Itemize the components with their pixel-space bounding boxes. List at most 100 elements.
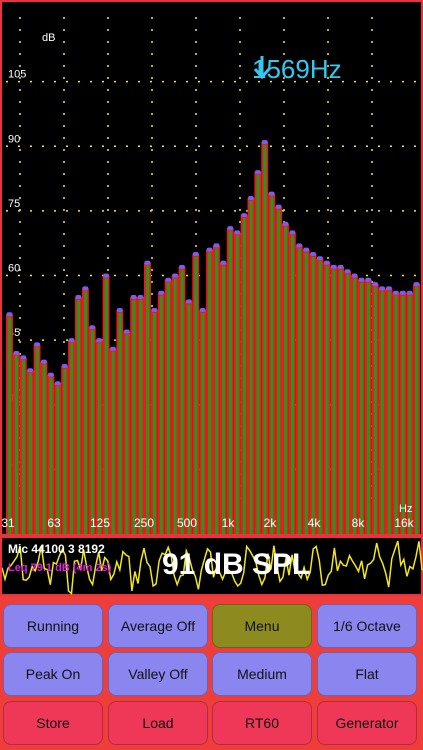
x-tick-label: 1k (222, 516, 236, 530)
peak-button[interactable]: Peak On (3, 652, 103, 696)
spectrum-bar-core (77, 300, 81, 534)
spectrum-bar-core (339, 269, 343, 534)
spectrum-bar-core (111, 351, 115, 534)
spectrum-chart: 1059075604530150dBHz31631252505001k2k4k8… (2, 17, 420, 536)
x-tick-label: 31 (2, 516, 15, 530)
menu-button[interactable]: Menu (212, 604, 312, 648)
peak-hold-marker (158, 290, 165, 295)
peak-hold-marker (234, 230, 241, 235)
peak-hold-marker (275, 204, 282, 209)
speed-button[interactable]: Medium (212, 652, 312, 696)
weighting-button[interactable]: Flat (317, 652, 417, 696)
peak-hold-marker (337, 264, 344, 269)
spectrum-bar-core (221, 265, 226, 534)
peak-hold-marker (206, 247, 213, 252)
spectrum-bar-core (353, 278, 357, 534)
spectrum-bar-core (42, 364, 46, 534)
y-tick-label: 60 (8, 263, 20, 275)
x-tick-label: 250 (134, 516, 154, 530)
spectrum-bar-core (318, 261, 322, 534)
x-tick-label: 125 (90, 516, 110, 530)
load-button[interactable]: Load (108, 701, 208, 745)
peak-hold-marker (303, 247, 310, 252)
spectrum-bar-core (380, 291, 384, 534)
spectrum-bar-core (104, 278, 108, 534)
peak-hold-marker (144, 260, 151, 265)
peak-hold-marker (185, 299, 192, 304)
peak-hold-marker (34, 342, 40, 347)
peak-hold-marker (199, 307, 206, 312)
spectrum-bar-core (194, 256, 198, 534)
spectrum-bar-core (215, 248, 219, 534)
running-button[interactable]: Running (3, 604, 103, 648)
spectrum-analyzer[interactable]: 1059075604530150dBHz31631252505001k2k4k8… (0, 0, 423, 536)
peak-hold-marker (82, 286, 89, 291)
spectrum-bar-core (228, 231, 232, 534)
peak-hold-marker (248, 195, 254, 200)
peak-hold-marker (317, 256, 323, 261)
peak-hold-marker (282, 221, 289, 226)
spectrum-bar-core (14, 356, 19, 534)
peak-hold-marker (172, 273, 178, 278)
spectrum-bar-core (366, 282, 370, 534)
spectrum-bar-core (373, 287, 377, 534)
spectrum-bar-core (415, 287, 419, 534)
peak-hold-marker (103, 273, 109, 278)
spectrum-bar-core (346, 274, 350, 534)
spectrum-bar-core (146, 265, 150, 534)
peak-hold-marker (151, 307, 158, 312)
rt60-button[interactable]: RT60 (212, 701, 312, 745)
peak-hold-marker (213, 243, 220, 248)
peak-hold-marker (220, 260, 227, 265)
spectrum-bar-core (408, 295, 412, 534)
peak-hold-marker (61, 363, 68, 368)
spectrum-bar-core (242, 218, 246, 534)
spectrum-bar-core (118, 312, 122, 534)
spectrum-bar-core (28, 373, 32, 534)
spectrum-bar-core (49, 377, 53, 534)
peak-hold-marker (130, 295, 137, 300)
average-button[interactable]: Average Off (108, 604, 208, 648)
input-info: Mic 44100 3 8192 (8, 542, 105, 556)
spectrum-bar-core (166, 282, 170, 534)
peak-hold-marker (392, 290, 399, 295)
peak-hold-marker (268, 191, 275, 196)
spectrum-bar-core (304, 252, 308, 534)
peak-hold-marker (254, 170, 261, 175)
spectrum-bar-core (263, 144, 267, 535)
peak-hold-marker (351, 273, 358, 278)
generator-button[interactable]: Generator (317, 701, 417, 745)
store-button[interactable]: Store (3, 701, 103, 745)
spectrum-bar-core (387, 291, 391, 534)
peak-hold-marker (47, 372, 54, 377)
spectrum-bar-core (249, 200, 253, 534)
spectrum-bar-core (159, 295, 163, 534)
spectrum-bar-core (297, 248, 301, 534)
peak-hold-marker (330, 264, 337, 269)
peak-hold-marker (75, 295, 82, 300)
spectrum-bar-core (284, 226, 288, 535)
arrow-down-icon (253, 56, 271, 80)
spectrum-bar-core (359, 282, 364, 534)
peak-hold-marker (365, 277, 372, 282)
spectrum-bar-core (83, 291, 88, 534)
peak-hold-marker (192, 251, 199, 256)
x-tick-label: 2k (264, 516, 278, 530)
control-panel: Running Average Off Menu 1/6 Octave Peak… (0, 596, 423, 750)
spectrum-bar-core (173, 278, 177, 534)
spectrum-bar-core (290, 235, 295, 534)
peak-hold-marker (179, 264, 185, 269)
peak-hold-marker (137, 295, 144, 300)
spectrum-bar-core (332, 269, 336, 534)
spectrum-bar-core (325, 265, 329, 534)
waveform-panel: Mic 44100 3 8192 Leq 79.1 dB (4m 2s) 91 … (0, 536, 423, 596)
octave-button[interactable]: 1/6 Octave (317, 604, 417, 648)
peak-hold-marker (310, 251, 316, 256)
spectrum-bar-core (201, 312, 205, 534)
y-tick-label: 105 (8, 69, 26, 81)
peak-hold-marker (406, 290, 413, 295)
valley-button[interactable]: Valley Off (108, 652, 208, 696)
peak-hold-marker (227, 226, 234, 231)
spectrum-bar-core (401, 295, 405, 534)
peak-hold-marker (344, 269, 351, 274)
